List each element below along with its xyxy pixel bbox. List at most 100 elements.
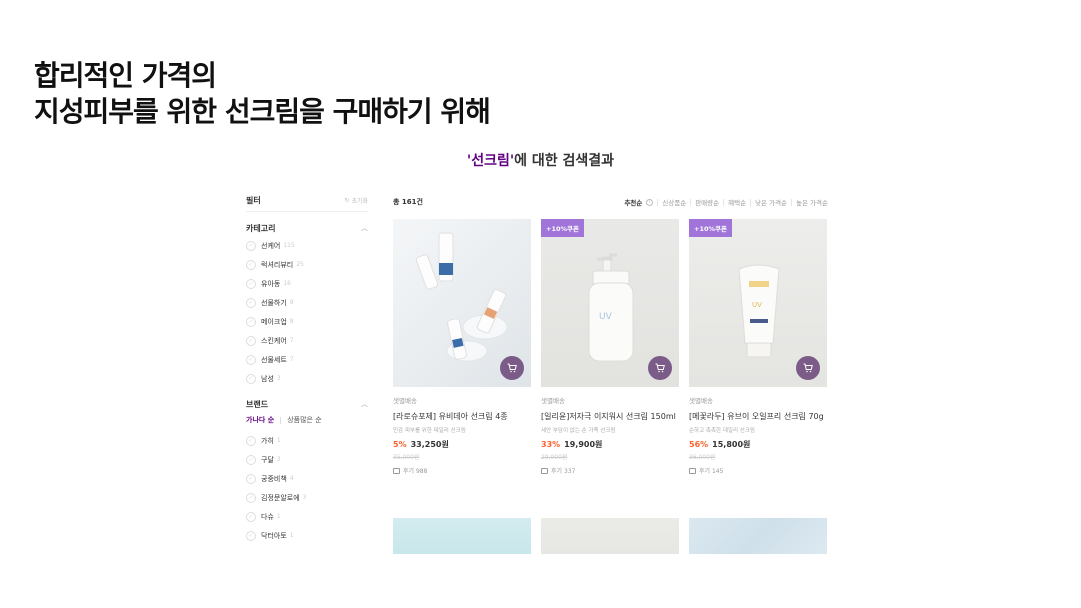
- delivery-tag: 샛별배송: [689, 397, 713, 405]
- product-name[interactable]: [메꽃라두] 유브이 오일프리 선크림 70g: [689, 410, 827, 423]
- category-item[interactable]: ✓ 스킨케어 7: [246, 331, 368, 350]
- headline-line-2: 지성피부를 위한 선크림을 구매하기 위해: [34, 95, 491, 128]
- brand-list: ✓ 가히 1 ✓ 구달 3 ✓ 궁중비책 4 ✓ 김정문알로에 3 ✓ 다슈 1 ✓ 닥터아토 1: [246, 431, 368, 545]
- check-icon: ✓: [246, 354, 256, 365]
- category-count: 7: [289, 356, 294, 363]
- filter-header: 필터 ↻ 초기화: [246, 190, 368, 212]
- brand-item[interactable]: ✓ 구달 3: [246, 450, 368, 469]
- coupon-badge: +10%쿠폰: [689, 219, 732, 237]
- delivery-tag: 샛별배송: [541, 397, 565, 405]
- category-section-toggle[interactable]: 카테고리 ︿: [246, 220, 368, 236]
- category-item[interactable]: ✓ 유아동 16: [246, 274, 368, 293]
- sort-best-selling[interactable]: 판매량순: [695, 197, 719, 207]
- review-icon: [689, 467, 696, 474]
- review-count: 후기 145: [689, 466, 827, 475]
- sort-low-price[interactable]: 낮은 가격순: [755, 197, 787, 207]
- category-item[interactable]: ✓ 남성 3: [246, 369, 368, 388]
- search-result-suffix: 에 대한 검색결과: [514, 153, 615, 169]
- original-price: 36,000원: [689, 454, 716, 461]
- brand-item[interactable]: ✓ 김정문알로에 3: [246, 488, 368, 507]
- check-icon: ✓: [246, 511, 256, 522]
- sort-high-price[interactable]: 높은 가격순: [796, 197, 828, 207]
- price-row: 56% 15,800원: [689, 439, 827, 450]
- product-image[interactable]: [541, 518, 679, 554]
- category-label: 럭셔리뷰티: [261, 260, 294, 269]
- sort-recommended[interactable]: 추천순: [624, 197, 642, 207]
- category-count: 115: [283, 242, 295, 249]
- brand-label: 다슈: [261, 512, 274, 521]
- check-icon: ✓: [246, 492, 256, 503]
- sale-price: 19,900원: [564, 440, 603, 449]
- product-card[interactable]: UV +10%쿠폰 샛별배송 [메꽃라두] 유브이 오일프리 선크림 70g 순…: [689, 219, 827, 475]
- page-headline: 합리적인 가격의 지성피부를 위한 선크림을 구매하기 위해: [34, 58, 491, 130]
- cart-icon: [655, 363, 665, 373]
- product-image[interactable]: [393, 219, 531, 387]
- add-to-cart-button[interactable]: [796, 356, 820, 380]
- check-icon: ✓: [246, 373, 256, 384]
- discount-rate: 5%: [393, 440, 407, 449]
- category-item[interactable]: ✓ 선케어 115: [246, 236, 368, 255]
- delivery-tag: 샛별배송: [393, 397, 417, 405]
- divider: [657, 198, 659, 206]
- product-grid: 샛별배송 [라로슈포제] 유비데아 선크림 4종 민감 피부를 위한 데일리 선…: [393, 219, 828, 475]
- category-label: 유아동: [261, 279, 281, 288]
- cart-icon: [803, 363, 813, 373]
- product-image[interactable]: UV +10%쿠폰: [689, 219, 827, 387]
- brand-sort-by-count[interactable]: 상품많은 순: [287, 415, 321, 425]
- brand-item[interactable]: ✓ 궁중비책 4: [246, 469, 368, 488]
- filter-title: 필터: [246, 196, 261, 205]
- brand-label: 닥터아토: [261, 531, 287, 540]
- product-description: 세안 부담이 없는 순 가족 선크림: [541, 428, 616, 434]
- add-to-cart-button[interactable]: [500, 356, 524, 380]
- product-list-area: 총 161건 추천순 i 신상품순 판매량순 혜택순 낮은 가격순 높은 가격순: [393, 190, 828, 554]
- sort-benefit[interactable]: 혜택순: [728, 197, 746, 207]
- coupon-badge: +10%쿠폰: [541, 219, 584, 237]
- product-description: 민감 피부를 위한 데일리 선크림: [393, 428, 466, 434]
- product-card[interactable]: 샛별배송 [라로슈포제] 유비데아 선크림 4종 민감 피부를 위한 데일리 선…: [393, 219, 531, 475]
- product-image[interactable]: [689, 518, 827, 554]
- discount-rate: 33%: [541, 440, 561, 449]
- product-name[interactable]: [라로슈포제] 유비데아 선크림 4종: [393, 410, 531, 423]
- check-icon: ✓: [246, 316, 256, 327]
- category-section-title: 카테고리: [246, 223, 276, 233]
- brand-item[interactable]: ✓ 가히 1: [246, 431, 368, 450]
- sale-price: 15,800원: [712, 440, 751, 449]
- svg-text:UV: UV: [599, 312, 613, 322]
- brand-item[interactable]: ✓ 다슈 1: [246, 507, 368, 526]
- brand-count: 1: [289, 532, 294, 539]
- brand-section-title: 브랜드: [246, 399, 269, 409]
- check-icon: ✓: [246, 240, 256, 251]
- brand-section-toggle[interactable]: 브랜드 ︿: [246, 396, 368, 412]
- brand-count: 3: [302, 494, 307, 501]
- brand-count: 4: [289, 475, 294, 482]
- info-icon[interactable]: i: [646, 198, 654, 206]
- product-description: 순하고 촉촉한 데일리 선크림: [689, 428, 755, 434]
- brand-label: 김정문알로에: [261, 493, 300, 502]
- brand-label: 구달: [261, 455, 274, 464]
- brand-item[interactable]: ✓ 닥터아토 1: [246, 526, 368, 545]
- category-item[interactable]: ✓ 럭셔리뷰티 25: [246, 255, 368, 274]
- product-image[interactable]: UV +10%쿠폰: [541, 219, 679, 387]
- brand-sort-alphabetical[interactable]: 가나다 순: [246, 415, 274, 425]
- product-grid-row-2: [393, 518, 827, 554]
- review-count: 후기 337: [541, 466, 679, 475]
- search-result-title: '선크림'에 대한 검색결과: [0, 150, 1081, 170]
- brand-count: 3: [276, 456, 281, 463]
- product-image[interactable]: [393, 518, 531, 554]
- review-icon: [393, 467, 400, 474]
- product-name[interactable]: [일리윤]저자극 이지워시 선크림 150ml: [541, 410, 679, 423]
- add-to-cart-button[interactable]: [648, 356, 672, 380]
- brand-sort-tabs: 가나다 순 상품많은 순: [246, 415, 368, 425]
- chevron-up-icon: ︿: [361, 400, 368, 408]
- original-price: 35,000원: [393, 454, 420, 461]
- reset-filter-button[interactable]: ↻ 초기화: [344, 196, 368, 205]
- category-item[interactable]: ✓ 선물하기 9: [246, 293, 368, 312]
- review-count: 후기 988: [393, 466, 531, 475]
- sort-newest[interactable]: 신상품순: [662, 197, 686, 207]
- svg-text:UV: UV: [752, 301, 762, 309]
- category-item[interactable]: ✓ 선물세트 7: [246, 350, 368, 369]
- refresh-icon: ↻: [344, 197, 350, 204]
- category-item[interactable]: ✓ 메이크업 8: [246, 312, 368, 331]
- product-card[interactable]: UV +10%쿠폰 샛별배송 [일리윤]저자극 이지워시 선크림 150ml 세…: [541, 219, 679, 475]
- search-results-screenshot: 필터 ↻ 초기화 카테고리 ︿ ✓ 선케어 115 ✓ 럭셔리뷰티 25 ✓ 유아동 16 …: [246, 190, 828, 554]
